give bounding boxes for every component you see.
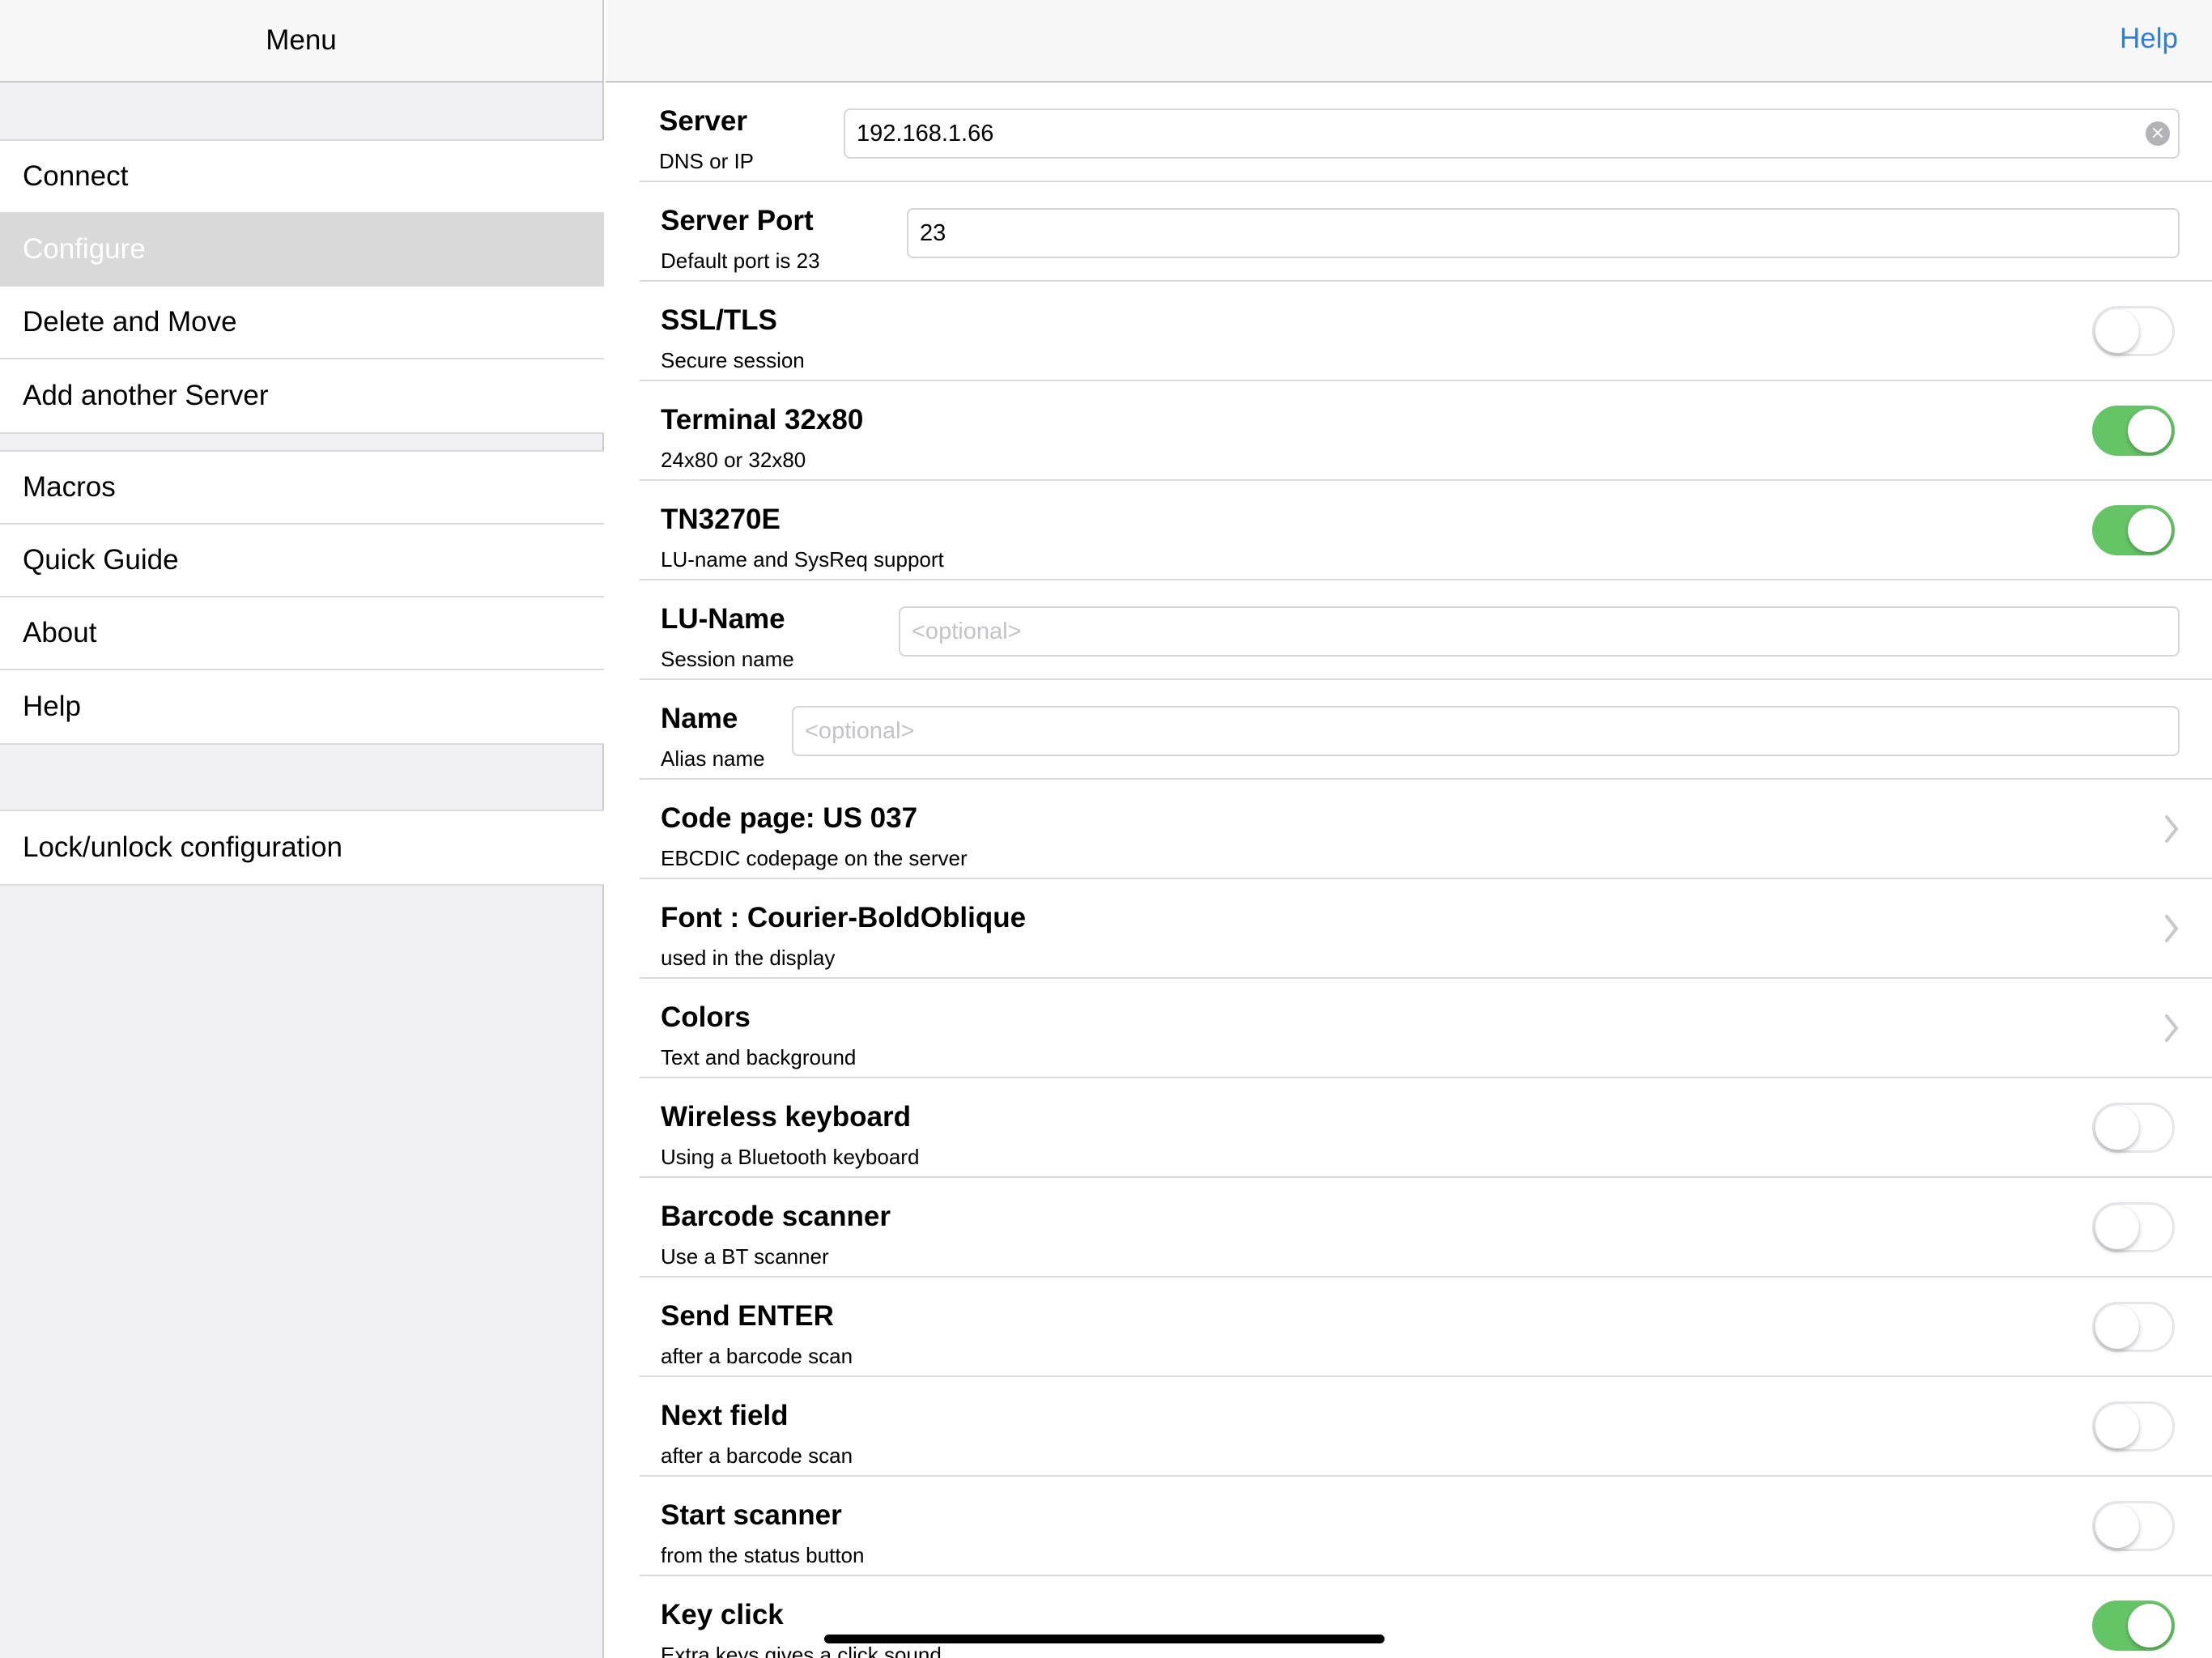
next-field-toggle[interactable] bbox=[2092, 1401, 2175, 1452]
setting-title: Server Port bbox=[661, 205, 814, 236]
setting-row-colors[interactable]: Colors Text and background bbox=[640, 979, 2212, 1078]
setting-subtitle: Use a BT scanner bbox=[661, 1244, 829, 1269]
wireless-keyboard-toggle[interactable] bbox=[2092, 1103, 2175, 1153]
toggle-knob bbox=[2095, 1205, 2139, 1249]
home-indicator bbox=[824, 1635, 1385, 1643]
setting-title: Colors bbox=[661, 1001, 751, 1033]
toggle-knob bbox=[2128, 409, 2172, 453]
setting-subtitle: Secure session bbox=[661, 348, 805, 372]
setting-subtitle: 24x80 or 32x80 bbox=[661, 448, 806, 472]
menu-item-lock-unlock-configuration[interactable]: Lock/unlock configuration bbox=[0, 811, 604, 884]
setting-row-code-page-us-037[interactable]: Code page: US 037 EBCDIC codepage on the … bbox=[640, 780, 2212, 879]
menu-item-add-another-server[interactable]: Add another Server bbox=[0, 359, 604, 432]
setting-subtitle: Session name bbox=[661, 647, 794, 671]
help-button[interactable]: Help bbox=[2120, 23, 2178, 55]
setting-subtitle: LU-name and SysReq support bbox=[661, 547, 944, 572]
name-input-text: <optional> bbox=[805, 717, 915, 744]
setting-subtitle: used in the display bbox=[661, 946, 836, 970]
menu-item-macros[interactable]: Macros bbox=[0, 452, 604, 525]
setting-subtitle: Using a Bluetooth keyboard bbox=[661, 1145, 920, 1169]
setting-row-name: Name Alias name <optional> bbox=[640, 680, 2212, 780]
detail-pane: Help Server DNS or IP 192.168.1.66 × Server … bbox=[606, 0, 2212, 1658]
setting-row-start-scanner: Start scanner from the status button bbox=[640, 1477, 2212, 1576]
setting-subtitle: after a barcode scan bbox=[661, 1344, 853, 1368]
setting-row-key-click: Key click Extra keys gives a click sound bbox=[640, 1576, 2212, 1658]
setting-title: Start scanner bbox=[661, 1499, 842, 1531]
setting-subtitle: EBCDIC codepage on the server bbox=[661, 846, 968, 870]
toggle-knob bbox=[2095, 1106, 2139, 1150]
menu-group-server: Connect Configure Delete and Move Add an… bbox=[0, 139, 604, 434]
setting-row-wireless-keyboard: Wireless keyboard Using a Bluetooth keybo… bbox=[640, 1078, 2212, 1178]
barcode-scanner-toggle[interactable] bbox=[2092, 1202, 2175, 1252]
lu-name-input[interactable]: <optional> bbox=[899, 606, 2180, 657]
setting-subtitle: Extra keys gives a click sound bbox=[661, 1643, 942, 1658]
tn3270e-toggle[interactable] bbox=[2092, 505, 2175, 555]
setting-title: TN3270E bbox=[661, 504, 781, 535]
lu-name-input-text: <optional> bbox=[912, 618, 1022, 644]
ssl-tls-toggle[interactable] bbox=[2092, 306, 2175, 356]
sidebar-header: Menu bbox=[0, 0, 602, 83]
menu-item-help[interactable]: Help bbox=[0, 670, 604, 743]
start-scanner-toggle[interactable] bbox=[2092, 1501, 2175, 1551]
setting-row-ssl-tls: SSL/TLS Secure session bbox=[640, 282, 2212, 381]
setting-title: LU-Name bbox=[661, 603, 785, 635]
server-input-text: 192.168.1.66 bbox=[857, 120, 994, 147]
setting-subtitle: after a barcode scan bbox=[661, 1443, 853, 1468]
toggle-knob bbox=[2128, 1604, 2172, 1647]
setting-row-lu-name: LU-Name Session name <optional> bbox=[640, 580, 2212, 680]
menu-item-quick-guide[interactable]: Quick Guide bbox=[0, 525, 604, 597]
setting-subtitle: Default port is 23 bbox=[661, 249, 820, 273]
menu-group-info: Macros Quick Guide About Help bbox=[0, 450, 604, 745]
server-input[interactable]: 192.168.1.66 × bbox=[844, 108, 2180, 159]
menu-group-lock: Lock/unlock configuration bbox=[0, 810, 604, 886]
sidebar-title: Menu bbox=[266, 24, 337, 56]
toggle-knob bbox=[2095, 1504, 2139, 1548]
chevron-right-icon bbox=[2165, 1014, 2178, 1042]
menu-item-configure[interactable]: Configure bbox=[0, 214, 604, 287]
setting-subtitle: Alias name bbox=[661, 746, 765, 771]
setting-subtitle: from the status button bbox=[661, 1543, 865, 1567]
menu-item-about[interactable]: About bbox=[0, 597, 604, 670]
setting-title: Name bbox=[661, 703, 738, 734]
toggle-knob bbox=[2095, 309, 2139, 353]
toggle-knob bbox=[2095, 1305, 2139, 1349]
setting-title: Key click bbox=[661, 1599, 784, 1630]
key-click-toggle[interactable] bbox=[2092, 1601, 2175, 1651]
server-port-input[interactable]: 23 bbox=[907, 208, 2180, 258]
server-port-input-text: 23 bbox=[920, 219, 946, 246]
setting-title: Barcode scanner bbox=[661, 1201, 891, 1232]
setting-title: Send ENTER bbox=[661, 1300, 834, 1332]
setting-subtitle: Text and background bbox=[661, 1045, 857, 1069]
setting-row-server: Server DNS or IP 192.168.1.66 × bbox=[640, 83, 2212, 182]
menu-item-connect[interactable]: Connect bbox=[0, 141, 604, 214]
setting-subtitle: DNS or IP bbox=[659, 149, 755, 173]
setting-row-terminal-32x80: Terminal 32x80 24x80 or 32x80 bbox=[640, 381, 2212, 481]
setting-row-send-enter: Send ENTER after a barcode scan bbox=[640, 1278, 2212, 1377]
setting-title: Code page: US 037 bbox=[661, 802, 918, 834]
setting-title: SSL/TLS bbox=[661, 304, 777, 336]
setting-title: Next field bbox=[661, 1400, 789, 1431]
toggle-knob bbox=[2128, 508, 2172, 552]
chevron-right-icon bbox=[2165, 915, 2178, 942]
setting-row-barcode-scanner: Barcode scanner Use a BT scanner bbox=[640, 1178, 2212, 1278]
name-input[interactable]: <optional> bbox=[792, 706, 2180, 756]
setting-row-next-field: Next field after a barcode scan bbox=[640, 1377, 2212, 1477]
send-enter-toggle[interactable] bbox=[2092, 1302, 2175, 1352]
setting-title: Terminal 32x80 bbox=[661, 404, 864, 436]
setting-title: Wireless keyboard bbox=[661, 1101, 912, 1133]
clear-text-icon[interactable]: × bbox=[2146, 121, 2170, 146]
setting-row-tn3270e: TN3270E LU-name and SysReq support bbox=[640, 481, 2212, 580]
terminal-32x80-toggle[interactable] bbox=[2092, 406, 2175, 456]
detail-header: Help bbox=[606, 0, 2212, 83]
setting-row-font-courier-boldoblique[interactable]: Font : Courier-BoldOblique used in the di… bbox=[640, 879, 2212, 979]
chevron-right-icon bbox=[2165, 815, 2178, 843]
menu-item-delete-and-move[interactable]: Delete and Move bbox=[0, 287, 604, 359]
sidebar: Menu Connect Configure Delete and Move A… bbox=[0, 0, 604, 1658]
setting-title: Server bbox=[659, 105, 747, 137]
setting-title: Font : Courier-BoldOblique bbox=[661, 902, 1027, 933]
toggle-knob bbox=[2095, 1405, 2139, 1448]
setting-row-server-port: Server Port Default port is 23 23 bbox=[640, 182, 2212, 282]
